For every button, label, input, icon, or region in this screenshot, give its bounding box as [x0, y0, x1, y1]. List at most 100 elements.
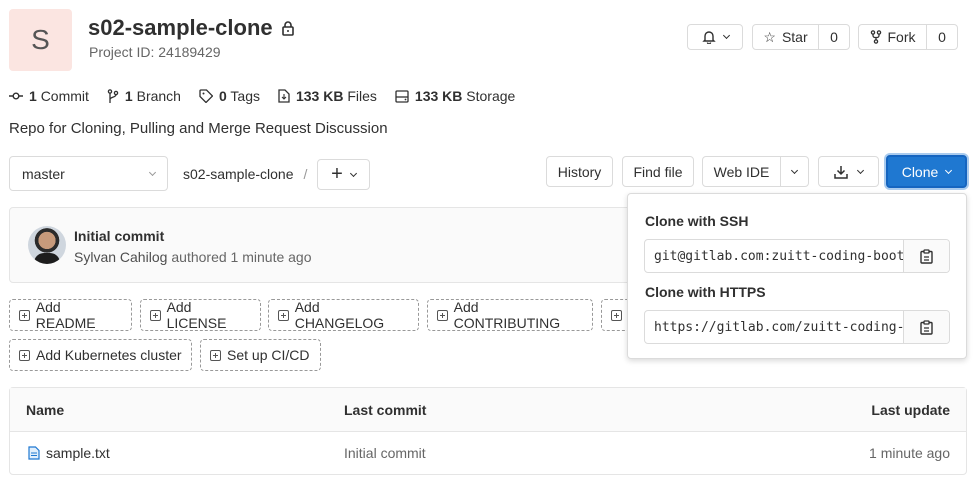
stat-files[interactable]: 133 KB Files: [278, 88, 377, 104]
file-last-update: 1 minute ago: [869, 445, 950, 461]
copy-https-button[interactable]: [903, 311, 949, 343]
setup-ci-button[interactable]: Set up CI/CD: [200, 339, 321, 371]
history-button[interactable]: History: [546, 156, 613, 187]
project-avatar-letter: S: [31, 24, 50, 55]
plus-square-icon: [611, 309, 622, 321]
web-ide-dropdown[interactable]: [781, 157, 808, 186]
add-kubernetes-label: Add Kubernetes cluster: [36, 347, 182, 363]
add-readme-label: Add README: [35, 299, 96, 331]
chevron-down-icon: [945, 166, 953, 174]
breadcrumb: s02-sample-clone /: [183, 166, 307, 182]
author-avatar[interactable]: [28, 226, 66, 264]
download-icon: [834, 165, 848, 179]
fork-icon: [870, 30, 881, 44]
stat-commits-count: 1: [29, 88, 37, 104]
commit-time: authored 1 minute ago: [171, 249, 312, 265]
commit-title[interactable]: Initial commit: [74, 228, 164, 244]
project-avatar: S: [9, 9, 72, 71]
find-file-button[interactable]: Find file: [622, 156, 694, 187]
clone-https-field: https://gitlab.com/zuitt-coding-bootcamp…: [644, 310, 950, 344]
branch-selector-label: master: [22, 165, 65, 182]
tag-icon: [199, 89, 213, 103]
stat-tags[interactable]: 0 Tags: [199, 88, 260, 104]
clipboard-icon: [920, 248, 933, 264]
star-button[interactable]: ☆ Star: [753, 25, 819, 49]
column-header-last-update: Last update: [871, 401, 950, 418]
project-title: s02-sample-clone: [88, 15, 295, 41]
add-changelog-label: Add CHANGELOG: [294, 299, 385, 331]
file-icon: [28, 446, 40, 460]
fork-button-group: Fork 0: [858, 24, 958, 50]
stat-tags-label: Tags: [230, 88, 260, 104]
table-header: Name Last commit Last update: [10, 388, 966, 432]
download-button[interactable]: [818, 156, 879, 187]
add-kubernetes-button[interactable]: Add Kubernetes cluster: [9, 339, 192, 371]
plus-icon: +: [331, 162, 343, 185]
stat-storage-label: Storage: [466, 88, 516, 104]
storage-icon: [395, 89, 409, 103]
lock-icon: [281, 21, 294, 36]
clipboard-icon: [920, 319, 933, 335]
file-name[interactable]: sample.txt: [46, 445, 110, 461]
clone-dropdown: Clone with SSH git@gitlab.com:zuitt-codi…: [627, 193, 967, 359]
add-readme-button[interactable]: Add README: [9, 299, 132, 331]
notification-button[interactable]: [687, 24, 743, 50]
fork-label: Fork: [887, 29, 916, 45]
bell-icon: [701, 31, 716, 44]
stat-branches[interactable]: 1 Branch: [107, 88, 181, 104]
stat-files-label: Files: [347, 88, 377, 104]
star-count[interactable]: 0: [819, 25, 849, 49]
plus-square-icon: [278, 309, 289, 321]
web-ide-button[interactable]: Web IDE: [703, 157, 781, 186]
plus-square-icon: [19, 309, 30, 321]
clone-button-label: Clone: [901, 163, 939, 180]
add-to-tree-button[interactable]: +: [317, 159, 370, 190]
clone-https-input[interactable]: https://gitlab.com/zuitt-coding-bootcamp…: [645, 311, 903, 343]
stat-storage[interactable]: 133 KB Storage: [395, 88, 515, 104]
project-name[interactable]: s02-sample-clone: [88, 15, 273, 41]
plus-square-icon: [210, 349, 221, 361]
add-license-label: Add LICENSE: [166, 299, 227, 331]
branch-icon: [107, 89, 119, 103]
chevron-down-icon: [148, 168, 157, 176]
stat-branches-count: 1: [124, 88, 133, 104]
stat-storage-count: 133 KB: [414, 88, 463, 104]
fork-count[interactable]: 0: [927, 25, 957, 49]
clone-ssh-label: Clone with SSH: [645, 213, 749, 229]
setup-ci-label: Set up CI/CD: [227, 347, 310, 363]
file-last-commit[interactable]: Initial commit: [344, 445, 426, 461]
web-ide-button-group: Web IDE: [702, 156, 809, 187]
file-table: Name Last commit Last update sample.txt …: [9, 387, 967, 475]
commit-author[interactable]: Sylvan Cahilog: [74, 249, 167, 265]
stat-files-count: 133 KB: [295, 88, 344, 104]
chevron-down-icon: [790, 166, 799, 174]
branch-selector[interactable]: master: [9, 156, 168, 191]
project-id: Project ID: 24189429: [89, 44, 221, 60]
files-icon: [278, 89, 290, 103]
add-license-button[interactable]: Add LICENSE: [140, 299, 261, 331]
plus-square-icon: [150, 309, 161, 321]
stat-commits[interactable]: 1 Commit: [9, 88, 89, 104]
fork-button[interactable]: Fork: [859, 25, 927, 49]
breadcrumb-separator: /: [303, 166, 308, 182]
commit-icon: [9, 92, 23, 100]
stat-commits-label: Commit: [40, 88, 89, 104]
star-button-group: ☆ Star 0: [752, 24, 850, 50]
clone-ssh-input[interactable]: git@gitlab.com:zuitt-coding-bootcamp-cur…: [645, 240, 903, 272]
star-label: Star: [781, 29, 808, 45]
clone-button[interactable]: Clone: [886, 155, 967, 188]
clone-https-label: Clone with HTTPS: [645, 284, 766, 300]
plus-square-icon: [437, 309, 448, 321]
chevron-down-icon: [856, 166, 865, 174]
copy-ssh-button[interactable]: [903, 240, 949, 272]
add-changelog-button[interactable]: Add CHANGELOG: [268, 299, 419, 331]
table-row[interactable]: sample.txt Initial commit 1 minute ago: [10, 432, 966, 474]
add-contributing-label: Add CONTRIBUTING: [453, 299, 561, 331]
plus-square-icon: [19, 349, 30, 361]
breadcrumb-project[interactable]: s02-sample-clone: [183, 166, 294, 182]
stat-tags-count: 0: [218, 88, 227, 104]
project-description: Repo for Cloning, Pulling and Merge Requ…: [9, 120, 388, 137]
stat-branches-label: Branch: [136, 88, 181, 104]
add-contributing-button[interactable]: Add CONTRIBUTING: [427, 299, 593, 331]
column-header-last-commit: Last commit: [344, 401, 427, 418]
